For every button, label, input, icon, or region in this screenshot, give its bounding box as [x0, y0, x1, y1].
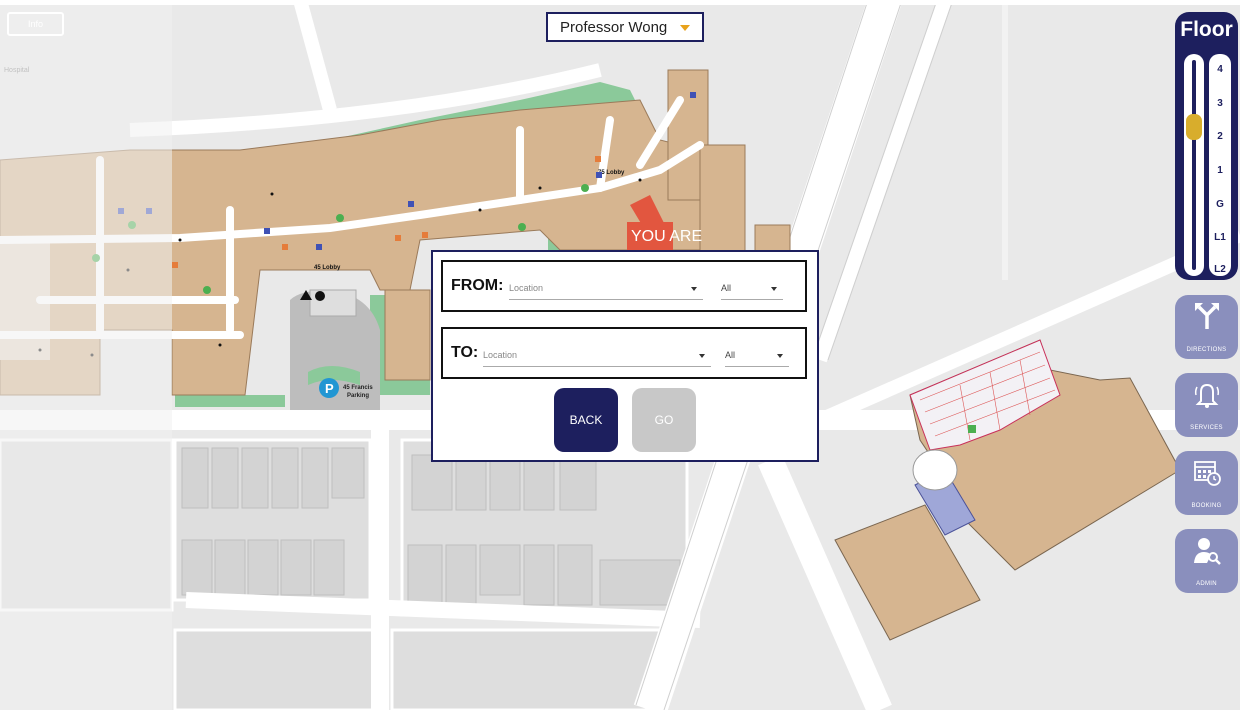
services-button-label: SERVICES [1190, 425, 1223, 431]
floor-level-1[interactable]: 1 [1209, 165, 1231, 176]
top-frame [0, 0, 1240, 5]
chevron-down-icon [699, 354, 705, 358]
admin-user-icon [1194, 538, 1221, 565]
floor-slider-rail [1192, 60, 1196, 270]
floor-level-2[interactable]: 2 [1209, 131, 1231, 142]
user-select[interactable]: Professor Wong [546, 12, 704, 42]
floor-level-4[interactable]: 4 [1209, 64, 1231, 75]
chevron-down-icon [691, 287, 697, 291]
info-button[interactable]: Info [7, 12, 64, 36]
lobby-label-75: 75 Lobby [598, 170, 625, 176]
calendar-icon [1194, 461, 1221, 486]
floor-level-g[interactable]: G [1209, 199, 1231, 210]
to-filter-value: All [725, 350, 736, 360]
dropdown-caret-icon [680, 25, 690, 31]
from-location-placeholder: Location [509, 283, 544, 293]
admin-button[interactable]: ADMIN [1175, 529, 1238, 593]
directions-button-label: DIRECTIONS [1186, 347, 1227, 353]
user-select-value: Professor Wong [560, 18, 668, 36]
directions-dialog: FROM: Location All TO: Location All BACK… [431, 250, 819, 462]
floor-slider-thumb[interactable] [1186, 114, 1202, 140]
to-location-placeholder: Location [483, 350, 518, 360]
from-filter-select[interactable]: All [721, 280, 783, 300]
from-row: FROM: Location All [441, 260, 807, 312]
floor-slider-track[interactable] [1184, 54, 1204, 276]
svg-text:P: P [325, 381, 334, 396]
from-location-select[interactable]: Location [509, 280, 703, 300]
floor-level-3[interactable]: 3 [1209, 98, 1231, 109]
bell-icon [1194, 383, 1220, 408]
admin-button-label: ADMIN [1196, 581, 1217, 587]
floor-level-l2[interactable]: L2 [1209, 264, 1231, 275]
chevron-down-icon [771, 287, 777, 291]
back-button[interactable]: BACK [554, 388, 618, 452]
directions-icon [1195, 303, 1219, 329]
from-label: FROM: [451, 277, 504, 294]
svg-text:Parking: Parking [347, 393, 369, 399]
chevron-down-icon [777, 354, 783, 358]
to-location-select[interactable]: Location [483, 347, 711, 367]
to-row: TO: Location All [441, 327, 807, 379]
to-label: TO: [451, 344, 479, 361]
you-are-here-label: YOU ARE [631, 228, 702, 245]
floor-selector[interactable]: Floor 4 3 2 1 G L1 L2 [1175, 12, 1238, 280]
go-button[interactable]: GO [632, 388, 696, 452]
map-fade-overlay [0, 5, 172, 710]
booking-button-label: BOOKING [1191, 503, 1222, 509]
from-filter-value: All [721, 283, 732, 293]
to-filter-select[interactable]: All [725, 347, 789, 367]
floor-title: Floor [1180, 18, 1233, 41]
parking-label: 45 Francis [343, 385, 373, 391]
floor-level-list: 4 3 2 1 G L1 L2 [1209, 54, 1231, 276]
booking-button[interactable]: BOOKING [1175, 451, 1238, 515]
services-button[interactable]: SERVICES [1175, 373, 1238, 437]
floor-level-l1[interactable]: L1 [1209, 232, 1231, 243]
lobby-label-45: 45 Lobby [314, 265, 341, 271]
directions-button[interactable]: DIRECTIONS [1175, 295, 1238, 359]
